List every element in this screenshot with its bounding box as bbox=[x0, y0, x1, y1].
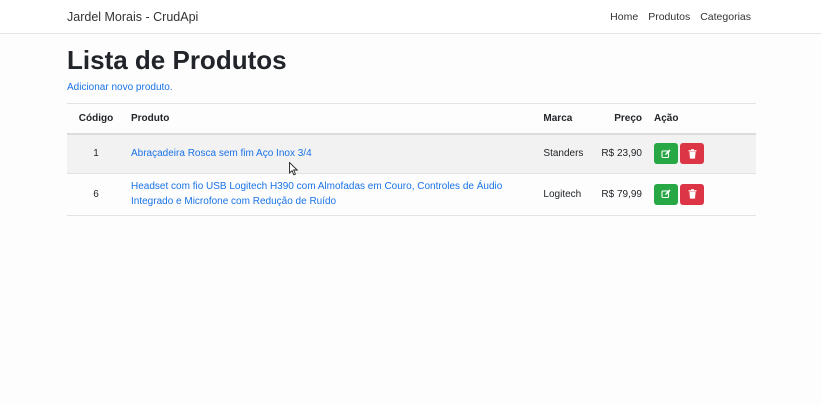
header-preco: Preço bbox=[614, 113, 642, 124]
header-produto: Produto bbox=[131, 113, 170, 124]
cell-price: R$ 23,90 bbox=[601, 148, 642, 160]
nav-links: Home Produtos Categorias bbox=[610, 11, 751, 23]
table-row: 1 Abraçadeira Rosca sem fim Aço Inox 3/4… bbox=[67, 134, 756, 173]
mouse-cursor-icon bbox=[289, 162, 299, 176]
main-content: Lista de Produtos Adicionar novo produto… bbox=[67, 44, 756, 216]
cell-actions bbox=[648, 173, 756, 215]
product-link[interactable]: Headset com fio USB Logitech H390 com Al… bbox=[131, 181, 502, 207]
nav-produtos-link[interactable]: Produtos bbox=[648, 11, 690, 23]
table-header-row: Código Produto Marca Preço Ação bbox=[67, 103, 756, 134]
pencil-square-icon bbox=[661, 149, 671, 158]
trash-icon bbox=[688, 148, 696, 159]
header-marca: Marca bbox=[543, 113, 573, 124]
cell-product: Abraçadeira Rosca sem fim Aço Inox 3/4 bbox=[125, 134, 537, 173]
cell-price: R$ 79,99 bbox=[601, 188, 642, 200]
edit-button[interactable] bbox=[654, 183, 678, 205]
products-table: Código Produto Marca Preço Ação 1 Abraça… bbox=[67, 103, 756, 216]
cell-brand: Standers bbox=[543, 148, 584, 160]
delete-button[interactable] bbox=[680, 183, 704, 205]
product-link[interactable]: Abraçadeira Rosca sem fim Aço Inox 3/4 bbox=[131, 148, 312, 159]
page-title: Lista de Produtos bbox=[67, 45, 287, 75]
cell-code: 1 bbox=[93, 148, 99, 160]
header-codigo: Código bbox=[78, 113, 114, 124]
pencil-square-icon bbox=[661, 189, 671, 199]
cell-product: Headset com fio USB Logitech H390 com Al… bbox=[125, 173, 537, 215]
edit-button[interactable] bbox=[654, 143, 678, 165]
cell-code: 6 bbox=[93, 188, 99, 200]
cell-actions bbox=[648, 134, 756, 173]
trash-icon bbox=[688, 189, 696, 199]
navbar: Jardel Morais - CrudApi Home Produtos Ca… bbox=[0, 0, 821, 34]
delete-button[interactable] bbox=[680, 143, 704, 165]
table-row: 6 Headset com fio USB Logitech H390 com … bbox=[67, 173, 756, 215]
nav-home-link[interactable]: Home bbox=[610, 11, 638, 23]
header-acao: Ação bbox=[654, 113, 679, 124]
cell-brand: Logitech bbox=[543, 188, 582, 200]
nav-categorias-link[interactable]: Categorias bbox=[700, 11, 751, 23]
add-product-link[interactable]: Adicionar novo produto. bbox=[67, 82, 756, 93]
brand-link[interactable]: Jardel Morais - CrudApi bbox=[67, 10, 198, 24]
